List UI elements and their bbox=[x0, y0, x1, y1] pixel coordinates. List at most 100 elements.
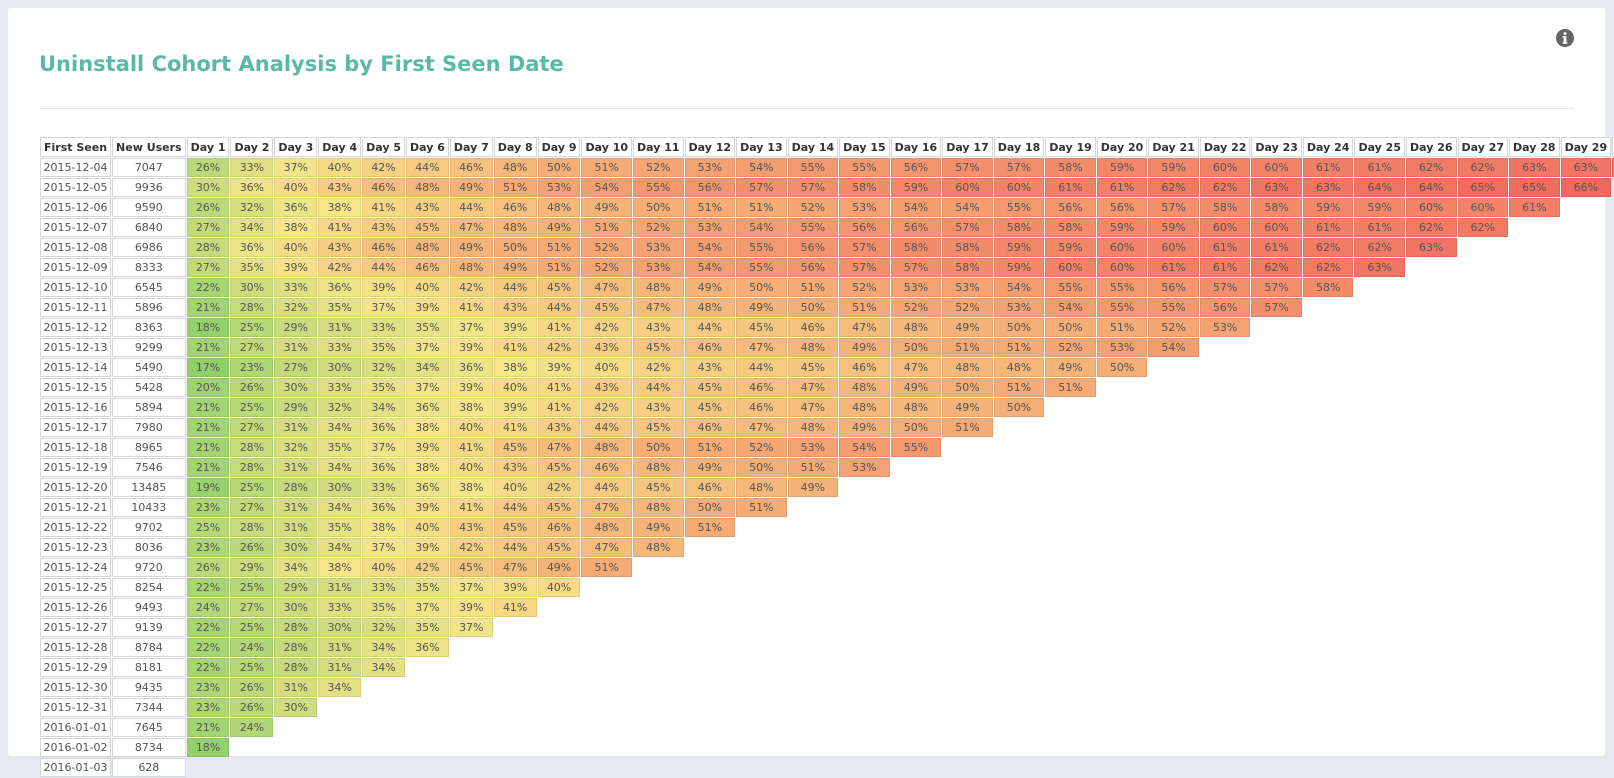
cell-empty bbox=[788, 538, 839, 557]
cell-empty bbox=[736, 598, 787, 617]
cell-uninstall-pct: 61% bbox=[1302, 218, 1354, 237]
cell-empty bbox=[891, 718, 942, 737]
cell-uninstall-pct: 49% bbox=[537, 558, 581, 577]
cell-uninstall-pct: 33% bbox=[362, 578, 405, 597]
cell-uninstall-pct: 37% bbox=[405, 338, 449, 357]
cell-empty bbox=[633, 638, 684, 657]
cell-uninstall-pct: 50% bbox=[787, 298, 839, 317]
cell-uninstall-pct: 32% bbox=[274, 438, 318, 457]
cell-empty bbox=[1458, 678, 1509, 697]
column-header-day-18: Day 18 bbox=[993, 137, 1045, 157]
cell-uninstall-pct: 45% bbox=[537, 498, 581, 517]
cell-uninstall-pct: 35% bbox=[362, 378, 405, 397]
cell-uninstall-pct: 39% bbox=[274, 258, 318, 277]
cell-empty bbox=[1354, 438, 1405, 457]
cell-uninstall-pct: 41% bbox=[537, 318, 581, 337]
column-header-day-8: Day 8 bbox=[493, 137, 537, 157]
cell-empty bbox=[1045, 438, 1096, 457]
table-row: 2015-12-17 7980 21% 27% 31% 34% 36% 38% 40% 41% 43… bbox=[40, 418, 1614, 437]
cell-empty bbox=[1406, 438, 1457, 457]
cell-empty bbox=[942, 538, 993, 557]
table-row: 2015-12-28 8784 22% 24% 28% 31% 34% 36% bbox=[40, 638, 1614, 657]
cell-empty bbox=[1354, 658, 1405, 677]
cell-uninstall-pct: 38% bbox=[274, 218, 318, 237]
cell-uninstall-pct: 37% bbox=[362, 438, 405, 457]
cell-uninstall-pct: 35% bbox=[318, 438, 362, 457]
cell-first-seen: 2015-12-13 bbox=[40, 338, 112, 357]
cell-uninstall-pct: 40% bbox=[318, 158, 362, 177]
cell-uninstall-pct: 21% bbox=[186, 438, 230, 457]
cell-uninstall-pct: 31% bbox=[274, 418, 318, 437]
cell-uninstall-pct: 46% bbox=[362, 178, 405, 197]
cell-empty bbox=[685, 638, 736, 657]
cell-empty bbox=[1148, 758, 1199, 777]
cell-uninstall-pct: 33% bbox=[362, 478, 405, 497]
cell-uninstall-pct: 42% bbox=[633, 358, 684, 377]
cell-uninstall-pct: 30% bbox=[274, 698, 318, 717]
cell-empty bbox=[1045, 418, 1096, 437]
cell-uninstall-pct: 51% bbox=[581, 218, 633, 237]
cell-empty bbox=[1045, 618, 1096, 637]
cell-uninstall-pct: 41% bbox=[493, 598, 537, 617]
cell-empty bbox=[1200, 738, 1251, 757]
cell-empty bbox=[942, 618, 993, 637]
cell-uninstall-pct: 61% bbox=[1354, 218, 1405, 237]
cell-empty bbox=[581, 678, 632, 697]
cell-new-users: 5896 bbox=[112, 298, 186, 317]
cell-empty bbox=[1251, 638, 1302, 657]
cell-empty bbox=[633, 558, 684, 577]
cell-empty bbox=[1509, 278, 1560, 297]
cell-empty bbox=[450, 738, 493, 757]
cohort-table-container: First Seen New Users Day 1 Day 2 Day 3 Day 4D… bbox=[39, 136, 1614, 778]
cell-empty bbox=[994, 658, 1045, 677]
cell-empty bbox=[1200, 538, 1251, 557]
cell-uninstall-pct: 21% bbox=[186, 338, 230, 357]
cell-empty bbox=[1458, 358, 1509, 377]
cell-empty bbox=[1458, 378, 1509, 397]
cell-uninstall-pct: 62% bbox=[1405, 158, 1457, 177]
cell-uninstall-pct: 48% bbox=[581, 438, 633, 457]
cell-uninstall-pct: 33% bbox=[230, 158, 274, 177]
cell-uninstall-pct: 33% bbox=[274, 278, 318, 297]
cell-uninstall-pct: 53% bbox=[839, 198, 890, 217]
table-row: 2015-12-04 7047 26% 33% 37% 40% 42% 44% 46% 48% 50… bbox=[40, 158, 1614, 177]
cell-uninstall-pct: 55% bbox=[839, 158, 890, 177]
cell-uninstall-pct: 66% bbox=[1560, 178, 1612, 197]
cell-uninstall-pct: 60% bbox=[1199, 158, 1251, 177]
column-header-day-11: Day 11 bbox=[633, 137, 684, 157]
cell-first-seen: 2015-12-29 bbox=[40, 658, 112, 677]
cell-empty bbox=[1303, 478, 1354, 497]
cell-uninstall-pct: 34% bbox=[318, 458, 362, 477]
cell-uninstall-pct: 47% bbox=[736, 338, 787, 357]
cell-empty bbox=[839, 718, 890, 737]
cell-uninstall-pct: 61% bbox=[1354, 158, 1405, 177]
cell-empty bbox=[1509, 698, 1560, 717]
cell-uninstall-pct: 22% bbox=[186, 658, 230, 677]
cell-uninstall-pct: 24% bbox=[230, 638, 274, 657]
cell-uninstall-pct: 39% bbox=[493, 578, 537, 597]
cell-empty bbox=[633, 738, 684, 757]
cell-first-seen: 2015-12-21 bbox=[40, 498, 112, 517]
cell-uninstall-pct: 28% bbox=[230, 458, 274, 477]
cell-empty bbox=[1458, 458, 1509, 477]
cell-empty bbox=[1561, 758, 1612, 777]
cell-uninstall-pct: 57% bbox=[890, 258, 942, 277]
column-header-day-9: Day 9 bbox=[537, 137, 581, 157]
cell-uninstall-pct: 55% bbox=[787, 218, 839, 237]
cell-empty bbox=[994, 638, 1045, 657]
cell-uninstall-pct: 58% bbox=[942, 238, 993, 257]
cell-uninstall-pct: 45% bbox=[537, 278, 581, 297]
info-circle-icon[interactable] bbox=[1555, 28, 1575, 48]
cell-uninstall-pct: 60% bbox=[1457, 198, 1509, 217]
cell-empty bbox=[1509, 498, 1560, 517]
cell-uninstall-pct: 48% bbox=[581, 518, 633, 537]
cell-uninstall-pct: 56% bbox=[890, 218, 942, 237]
cell-empty bbox=[1097, 738, 1148, 757]
cell-uninstall-pct: 35% bbox=[405, 318, 449, 337]
column-header-day-28: Day 28 bbox=[1509, 137, 1560, 157]
cell-uninstall-pct: 56% bbox=[787, 258, 839, 277]
cell-empty bbox=[891, 558, 942, 577]
cell-empty bbox=[1509, 338, 1560, 357]
cell-empty bbox=[942, 598, 993, 617]
cell-empty bbox=[685, 618, 736, 637]
